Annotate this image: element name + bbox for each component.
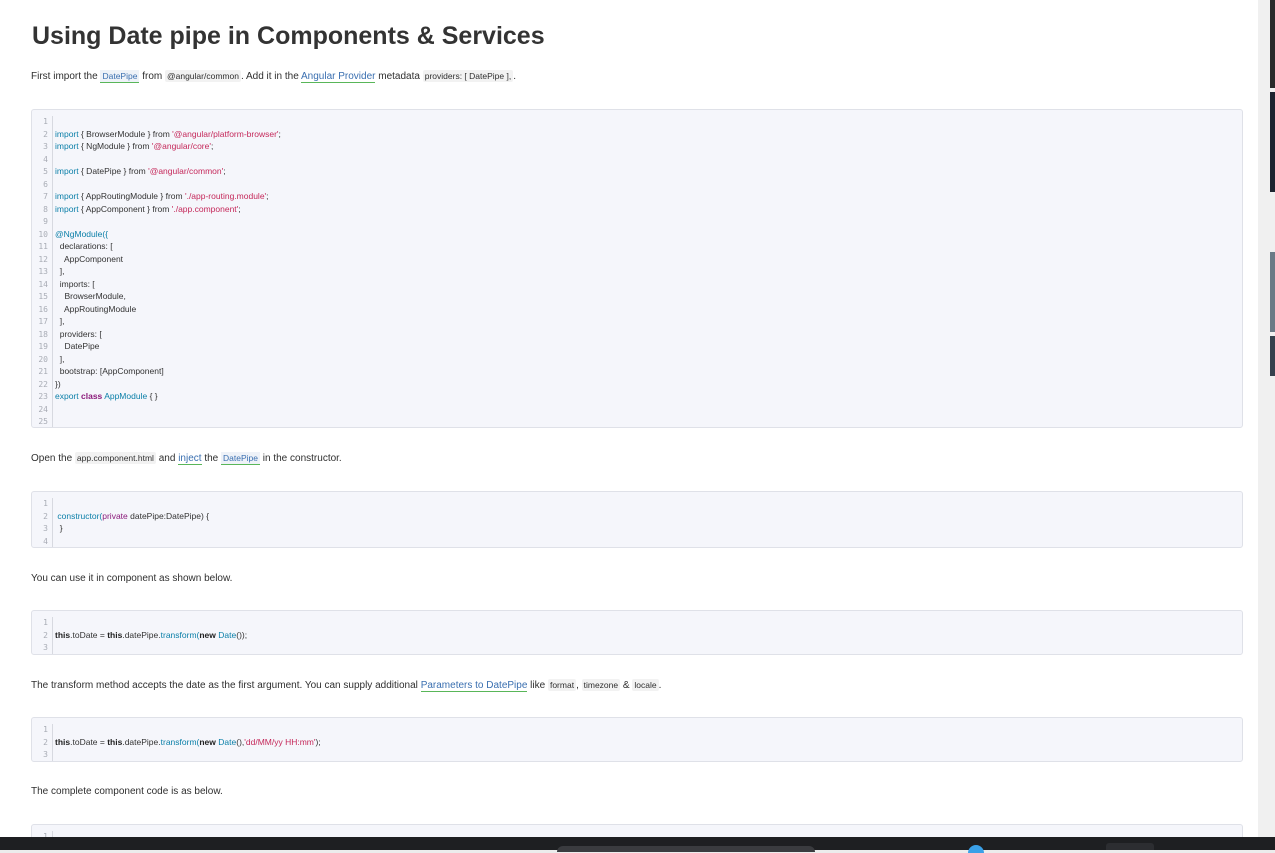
paragraph-import-datepipe: First import the DatePipe from @angular/… — [31, 70, 516, 83]
inject-link[interactable]: inject — [178, 453, 202, 465]
text: First import the — [31, 71, 101, 82]
code-line: 25 — [32, 415, 1242, 427]
side-thumbnail — [1270, 0, 1275, 88]
code-line: 13 ], — [32, 265, 1242, 279]
taskbar-search[interactable] — [557, 846, 815, 852]
inline-code: app.component.html — [74, 452, 156, 464]
text: . — [658, 680, 662, 691]
code-line: 4 — [32, 153, 1242, 166]
text: metadata — [375, 71, 423, 82]
code-line: 1 — [32, 723, 1242, 737]
inline-code: @angular/common — [165, 70, 241, 82]
code-block-constructor: 1 2 constructor(private datePipe:DatePip… — [31, 491, 1243, 548]
code-line: 7 import { AppRoutingModule } from './app… — [32, 190, 1242, 204]
page: Using Date pipe in Components & Services… — [0, 0, 1258, 837]
code-line: 1 — [32, 497, 1242, 511]
side-thumbnail — [1270, 92, 1275, 192]
paragraph-transform-args: The transform method accepts the date as… — [31, 679, 662, 692]
text: . Add it in the — [240, 71, 301, 82]
paragraph-use-in-component: You can use it in component as shown bel… — [31, 573, 233, 584]
text: Open the — [31, 453, 75, 464]
text: The transform method accepts the date as… — [31, 680, 421, 691]
text: from — [139, 71, 165, 82]
code-line: 20 ], — [32, 353, 1242, 366]
code-line: 18 providers: [ — [32, 328, 1242, 341]
code-line: 19 DatePipe — [32, 340, 1242, 354]
code-line: 3 import { NgModule } from '@angular/core… — [32, 140, 1242, 154]
text: . — [513, 71, 516, 82]
code-line: 23 export class AppModule { } — [32, 390, 1242, 404]
code-line: 9 — [32, 215, 1242, 229]
code-line: 5 import { DatePipe } from '@angular/comm… — [32, 165, 1242, 179]
article-title: Using Date pipe in Components & Services — [32, 22, 545, 50]
code-line: 17 ], — [32, 315, 1242, 329]
angular-provider-link[interactable]: Angular Provider — [301, 71, 376, 83]
inline-code: providers: [ DatePipe ], — [422, 70, 514, 82]
code-block-transform: 1 2 this.toDate = this.datePipe.transform… — [31, 610, 1243, 655]
inline-code: format — [547, 679, 577, 691]
paragraph-inject-datepipe: Open the app.component.html and inject t… — [31, 452, 342, 465]
code-line: 6 — [32, 178, 1242, 191]
text: and — [155, 453, 179, 464]
code-line: 15 BrowserModule, — [32, 290, 1242, 304]
code-block-complete-component: 1 — [31, 824, 1243, 837]
code-line: 3 — [32, 641, 1242, 654]
text: like — [527, 680, 548, 691]
side-thumbnail — [1270, 336, 1275, 376]
code-line: 16 AppRoutingModule — [32, 303, 1242, 316]
code-line: 2 constructor(private datePipe:DatePipe)… — [32, 510, 1242, 523]
code-line: 24 — [32, 403, 1242, 416]
inline-code: locale — [632, 679, 659, 691]
text: & — [620, 680, 633, 691]
taskbar — [0, 837, 1275, 853]
text: the — [201, 453, 222, 464]
text: in the constructor. — [260, 453, 342, 464]
paragraph-complete-code: The complete component code is as below. — [31, 786, 223, 797]
code-line: 22}) — [32, 378, 1242, 391]
code-line: 11 declarations: [ — [32, 240, 1242, 254]
datepipe-link[interactable]: DatePipe — [100, 70, 140, 83]
code-line: 2 this.toDate = this.datePipe.transform(n… — [32, 736, 1242, 749]
code-line: 12 AppComponent — [32, 253, 1242, 266]
code-line: 3 — [32, 748, 1242, 761]
code-line: 1 — [32, 115, 1242, 129]
code-line: 1 — [32, 616, 1242, 630]
code-line: 8 import { AppComponent } from './app.com… — [32, 203, 1242, 216]
code-line: 4 — [32, 535, 1242, 547]
taskbar-app-icon[interactable] — [968, 845, 984, 853]
code-line: 2 import { BrowserModule } from '@angular… — [32, 128, 1242, 141]
code-line: 10 @NgModule({ — [32, 228, 1242, 241]
side-thumbnail — [1270, 252, 1275, 332]
taskbar-button[interactable] — [1106, 843, 1154, 850]
code-block-app-module: 1 2 import { BrowserModule } from '@angul… — [31, 109, 1243, 428]
text: , — [576, 680, 582, 691]
code-line: 21 bootstrap: [AppComponent] — [32, 365, 1242, 379]
code-line: 1 — [32, 830, 1242, 837]
datepipe-link[interactable]: DatePipe — [221, 452, 260, 465]
code-block-transform-format: 1 2 this.toDate = this.datePipe.transform… — [31, 717, 1243, 762]
inline-code: timezone — [581, 679, 621, 691]
code-line: 2 this.toDate = this.datePipe.transform(n… — [32, 629, 1242, 642]
code-line: 3 } — [32, 522, 1242, 536]
code-line: 14 imports: [ — [32, 278, 1242, 291]
parameters-to-datepipe-link[interactable]: Parameters to DatePipe — [420, 680, 528, 692]
